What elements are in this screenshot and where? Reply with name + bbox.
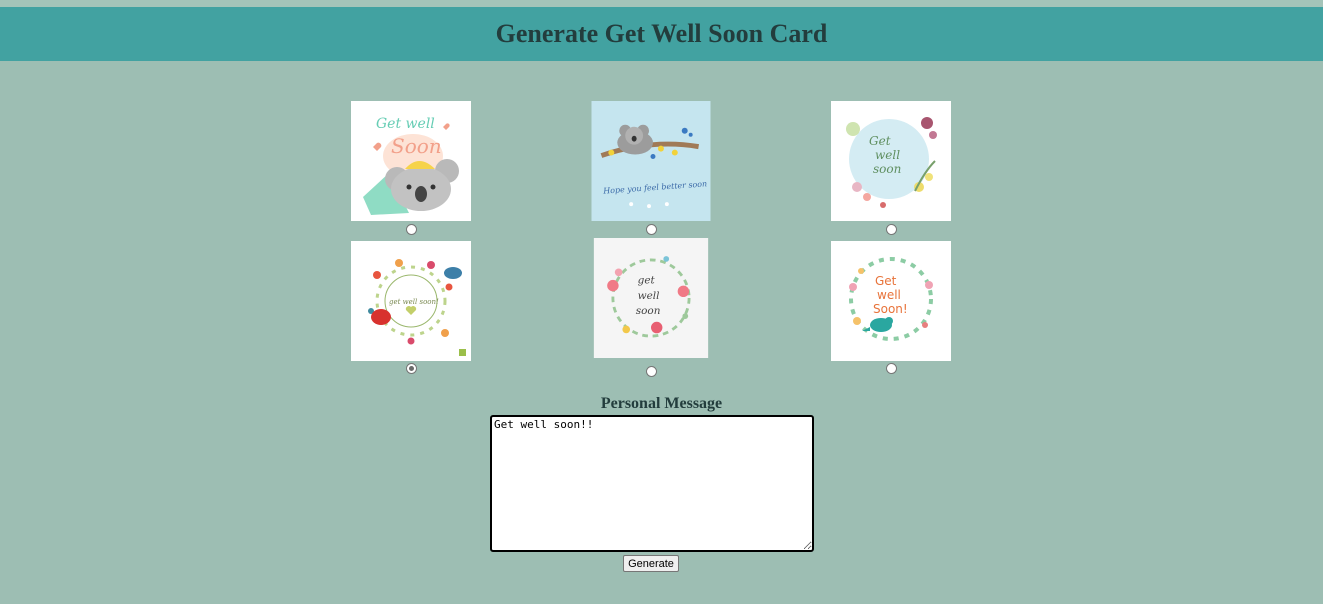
card-3-text: Get (869, 134, 891, 148)
svg-text:well: well (875, 148, 900, 162)
card-image-5[interactable]: get well soon (591, 238, 711, 364)
page-title: Generate Get Well Soon Card (495, 19, 828, 48)
floral-wreath-illustration: get well soon (593, 238, 709, 358)
card-1-text: Get well (376, 116, 435, 132)
svg-text:well: well (638, 290, 660, 302)
svg-text:soon: soon (873, 162, 901, 176)
card-image-3[interactable]: Get well soon (831, 101, 951, 221)
svg-text:Soon: Soon (391, 134, 442, 158)
card-image-6[interactable]: Get well Soon! (831, 241, 951, 361)
card-radio-3[interactable] (886, 224, 897, 235)
generate-button[interactable]: Generate (623, 555, 679, 572)
bird-leaf-wreath-illustration: Get well Soon! (831, 241, 951, 361)
top-strip (0, 0, 1323, 7)
birds-wreath-illustration: get well soon! (351, 241, 471, 361)
card-4-text: get well soon! (389, 298, 439, 306)
personal-message-textarea[interactable]: Get well soon!! (490, 415, 814, 552)
koala-branch-illustration: Hope you feel better soon (591, 101, 711, 221)
koala-card-illustration: Get well Soon (351, 101, 471, 221)
card-radio-4[interactable] (406, 363, 417, 374)
svg-text:soon: soon (636, 305, 661, 317)
card-radio-2[interactable] (646, 224, 657, 235)
card-image-1[interactable]: Get well Soon (351, 101, 471, 221)
card-6-text: Get (875, 274, 897, 288)
svg-text:well: well (877, 288, 901, 302)
svg-text:Soon!: Soon! (873, 302, 908, 316)
card-radio-5[interactable] (646, 366, 657, 377)
card-image-4[interactable]: get well soon! (351, 241, 471, 361)
card-image-2[interactable]: Hope you feel better soon (591, 101, 711, 222)
card-radio-6[interactable] (886, 363, 897, 374)
card-5-text: get (638, 275, 656, 287)
page-header: Generate Get Well Soon Card (0, 7, 1323, 61)
watercolor-floral-illustration: Get well soon (831, 101, 951, 221)
personal-message-label: Personal Message (600, 395, 723, 412)
card-radio-1[interactable] (406, 224, 417, 235)
